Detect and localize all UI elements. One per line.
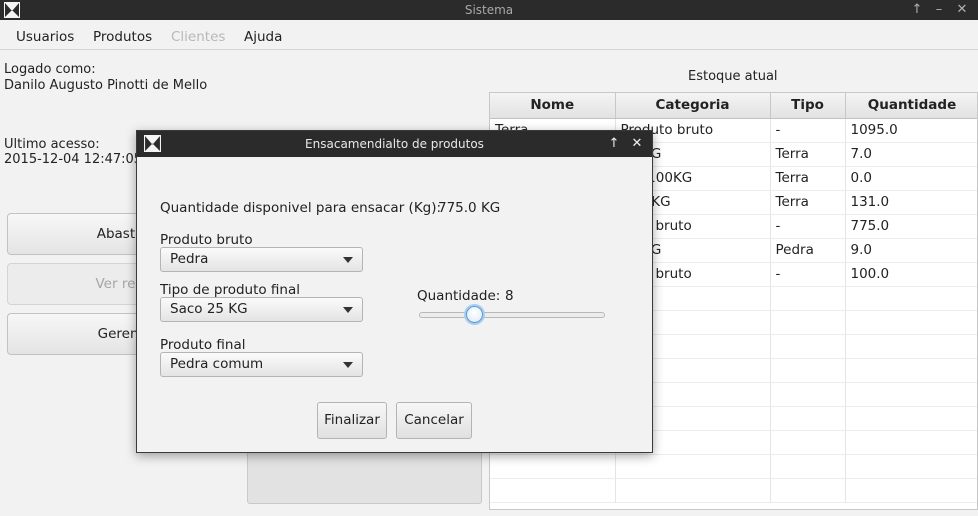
window-title: Sistema	[464, 3, 514, 17]
available-quantity-label: Quantidade disponivel para ensacar (Kg):	[160, 200, 442, 216]
final-product-label: Produto final	[160, 337, 246, 353]
bagging-dialog: Ensacamendialto de produtos ↑ ✕ Quantida…	[136, 130, 653, 453]
cell-tipo: -	[770, 214, 846, 239]
cell-nome	[490, 478, 616, 503]
quantity-slider-track[interactable]	[419, 312, 605, 318]
final-product-select[interactable]: Pedra comum	[160, 352, 363, 377]
cell-categoria	[615, 454, 771, 479]
last-access-label: Ultimo acesso:	[4, 137, 100, 152]
cell-quantidade	[845, 430, 977, 455]
final-type-value: Saco 25 KG	[170, 301, 248, 317]
cell-quantidade: 0.0	[845, 166, 977, 191]
cell-tipo: Terra	[770, 190, 846, 215]
table-row[interactable]	[490, 454, 977, 479]
dialog-titlebar[interactable]: Ensacamendialto de produtos ↑ ✕	[137, 131, 652, 157]
cell-quantidade: 100.0	[845, 262, 977, 287]
dialog-title: Ensacamendialto de produtos	[305, 137, 484, 151]
table-row[interactable]	[490, 478, 977, 503]
column-header-tipo[interactable]: Tipo	[770, 93, 846, 119]
cell-nome	[490, 454, 616, 479]
cell-quantidade	[845, 406, 977, 431]
cell-quantidade: 131.0	[845, 190, 977, 215]
cell-tipo: Terra	[770, 166, 846, 191]
cancel-button[interactable]: Cancelar	[396, 402, 472, 439]
cell-tipo: Pedra	[770, 238, 846, 263]
menu-clientes: Clientes	[171, 29, 226, 45]
stock-title: Estoque atual	[688, 69, 778, 84]
cell-quantidade	[845, 310, 977, 335]
cell-tipo: -	[770, 262, 846, 287]
cell-tipo: Terra	[770, 142, 846, 167]
chevron-down-icon	[343, 307, 353, 313]
cell-categoria	[615, 478, 771, 503]
column-header-nome[interactable]: Nome	[490, 93, 616, 119]
cell-quantidade: 7.0	[845, 142, 977, 167]
menu-ajuda[interactable]: Ajuda	[244, 29, 282, 45]
cell-tipo	[770, 478, 846, 503]
raw-product-label: Produto bruto	[160, 232, 253, 248]
final-product-value: Pedra comum	[170, 356, 264, 372]
raw-product-value: Pedra	[170, 251, 209, 267]
menu-produtos[interactable]: Produtos	[93, 29, 152, 45]
available-quantity-value: 775.0 KG	[438, 200, 501, 216]
maximize-icon[interactable]: ↑	[909, 1, 925, 19]
final-type-label: Tipo de produto final	[160, 282, 301, 298]
cell-tipo	[770, 406, 846, 431]
window-titlebar[interactable]: Sistema ↑ – ✕	[0, 0, 978, 20]
user-name: Danilo Augusto Pinotti de Mello	[4, 78, 208, 93]
close-icon[interactable]: ✕	[954, 1, 970, 19]
final-type-select[interactable]: Saco 25 KG	[160, 297, 363, 322]
column-header-quantidade[interactable]: Quantidade	[845, 93, 977, 119]
chevron-down-icon	[343, 362, 353, 368]
cell-quantidade: 775.0	[845, 214, 977, 239]
quantity-slider-thumb[interactable]	[465, 306, 483, 323]
cell-tipo	[770, 334, 846, 359]
dialog-close-icon[interactable]: ✕	[629, 135, 645, 153]
cell-quantidade	[845, 478, 977, 503]
cell-tipo: -	[770, 118, 846, 143]
cell-quantidade: 9.0	[845, 238, 977, 263]
menu-usuarios[interactable]: Usuarios	[16, 29, 74, 45]
column-header-categoria[interactable]: Categoria	[615, 93, 771, 119]
cell-quantidade	[845, 382, 977, 407]
quantity-label: Quantidade:	[417, 288, 501, 304]
cell-tipo	[770, 286, 846, 311]
menu-bar: Usuarios Produtos Clientes Ajuda	[0, 24, 978, 50]
logged-as-label: Logado como:	[4, 62, 96, 77]
cell-quantidade	[845, 334, 977, 359]
cell-tipo	[770, 382, 846, 407]
cell-tipo	[770, 454, 846, 479]
quantity-value: 8	[505, 288, 514, 304]
dialog-maximize-icon[interactable]: ↑	[606, 135, 622, 153]
cell-quantidade	[845, 286, 977, 311]
raw-product-select[interactable]: Pedra	[160, 247, 363, 272]
cell-tipo	[770, 310, 846, 335]
finish-button[interactable]: Finalizar	[317, 402, 387, 439]
cell-quantidade	[845, 358, 977, 383]
cell-quantidade	[845, 454, 977, 479]
last-access-value: 2015-12-04 12:47:05	[4, 152, 143, 167]
cell-tipo	[770, 430, 846, 455]
minimize-icon[interactable]: –	[931, 1, 947, 19]
chevron-down-icon	[343, 257, 353, 263]
cell-quantidade: 1095.0	[845, 118, 977, 143]
cell-tipo	[770, 358, 846, 383]
